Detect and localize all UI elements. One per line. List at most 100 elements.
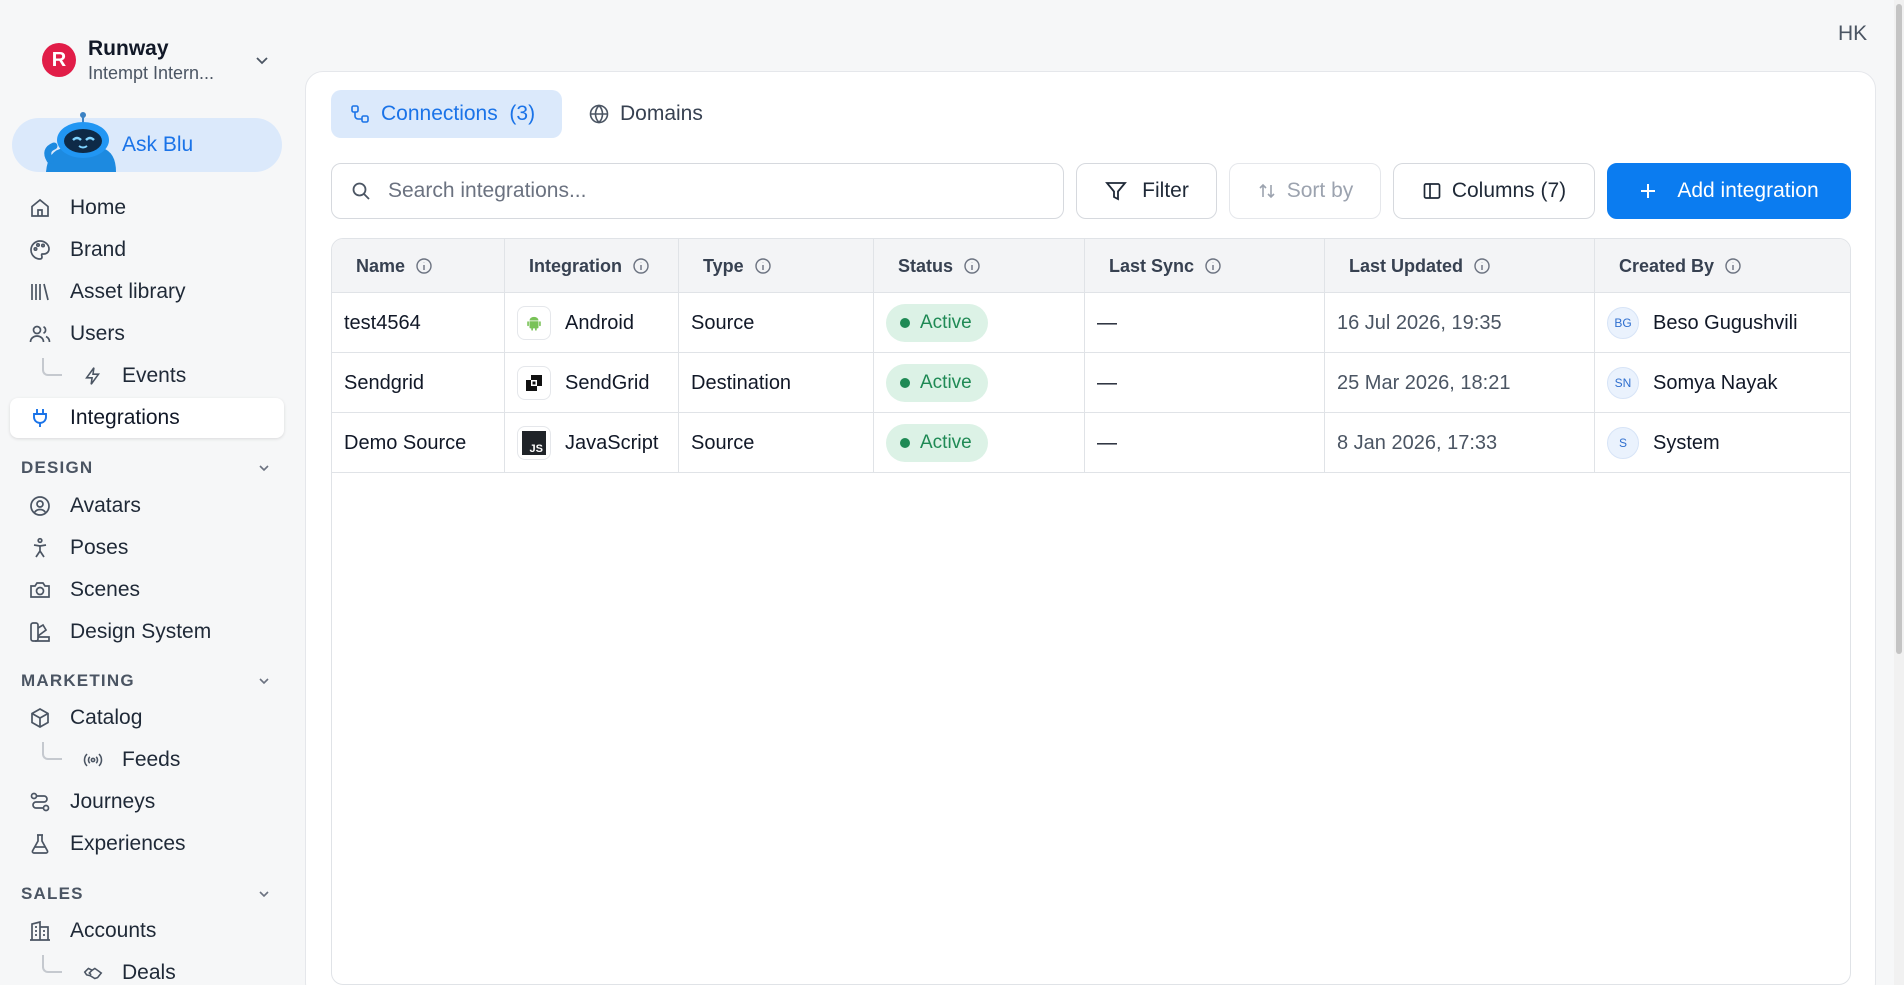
tab-domains[interactable]: Domains [570, 90, 730, 138]
column-header-label: Integration [529, 255, 622, 276]
info-icon[interactable] [1473, 257, 1491, 275]
tab-connections[interactable]: Connections (3) [331, 90, 562, 138]
info-icon[interactable] [632, 257, 650, 275]
users-icon [29, 325, 51, 343]
column-header-label: Status [898, 255, 954, 276]
sidebar-item-design-system[interactable]: Design System [10, 612, 284, 652]
section-sales-toggle[interactable]: SALES [21, 882, 279, 906]
route-icon [30, 792, 50, 812]
table-row[interactable]: Demo Source JS JavaScript Source Active … [332, 413, 1850, 473]
sidebar-item-poses[interactable]: Poses [10, 528, 284, 568]
search-icon [352, 182, 370, 200]
creator-name: Beso Gugushvili [1653, 311, 1798, 334]
sidebar-item-label: Design System [70, 620, 212, 643]
flask-icon [31, 834, 49, 854]
sidebar-item-label: Brand [70, 238, 127, 261]
chevron-down-icon [259, 465, 269, 472]
sidebar-item-label: Experiences [70, 832, 186, 855]
sendgrid-icon [517, 366, 551, 400]
column-header-label: Type [703, 255, 744, 276]
columns-icon [1423, 183, 1441, 199]
sidebar: R Runway Intempt Intern... Ask Blu Home … [0, 0, 303, 985]
chevron-down-icon [256, 57, 268, 65]
table-row[interactable]: Sendgrid SendGrid Destination Active — 2… [332, 353, 1850, 413]
org-avatar: R [42, 43, 76, 77]
sidebar-item-feeds[interactable]: Feeds [10, 740, 284, 780]
ask-blu-button[interactable]: Ask Blu [12, 112, 282, 172]
columns-button[interactable]: Columns (7) [1393, 163, 1595, 219]
sidebar-item-accounts[interactable]: Accounts [10, 911, 284, 951]
section-design-toggle[interactable]: DESIGN [21, 456, 279, 480]
user-menu[interactable]: HK [1838, 22, 1867, 46]
sidebar-item-users[interactable]: Users [10, 314, 284, 354]
section-marketing-toggle[interactable]: MARKETING [21, 669, 279, 693]
tab-label: Domains [620, 102, 703, 125]
cell-last-sync: — [1085, 293, 1325, 353]
scrollbar-thumb[interactable] [1896, 4, 1902, 654]
status-label: Active [920, 372, 972, 393]
android-icon [517, 306, 551, 340]
info-icon[interactable] [1724, 257, 1742, 275]
info-icon[interactable] [754, 257, 772, 275]
column-header-name[interactable]: Name [332, 239, 505, 293]
column-header-label: Last Sync [1109, 255, 1195, 276]
sidebar-item-deals[interactable]: Deals [10, 953, 284, 985]
filter-icon [1105, 182, 1128, 201]
search-input[interactable] [388, 179, 1028, 203]
sidebar-item-journeys[interactable]: Journeys [10, 782, 284, 822]
sort-button[interactable]: Sort by [1229, 163, 1381, 219]
sidebar-item-integrations[interactable]: Integrations [10, 398, 284, 438]
sidebar-item-scenes[interactable]: Scenes [10, 570, 284, 610]
cell-name: test4564 [332, 293, 505, 353]
sidebar-item-experiences[interactable]: Experiences [10, 824, 284, 864]
column-header-created-by[interactable]: Created By [1595, 239, 1850, 293]
bolt-icon [85, 367, 101, 385]
column-header-type[interactable]: Type [679, 239, 874, 293]
info-icon[interactable] [963, 257, 981, 275]
org-switcher[interactable]: R Runway Intempt Intern... [42, 34, 272, 86]
user-circle-icon [30, 496, 50, 516]
info-icon[interactable] [415, 257, 433, 275]
home-icon [31, 198, 49, 217]
column-header-status[interactable]: Status [874, 239, 1085, 293]
search-field[interactable] [331, 163, 1064, 219]
status-badge: Active [886, 424, 988, 462]
column-header-integration[interactable]: Integration [505, 239, 679, 293]
sidebar-item-label: Avatars [70, 494, 141, 517]
add-integration-button[interactable]: Add integration [1607, 163, 1851, 219]
org-subtitle: Intempt Intern... [88, 63, 215, 83]
sidebar-item-catalog[interactable]: Catalog [10, 698, 284, 738]
column-header-label: Last Updated [1349, 255, 1464, 276]
filter-label: Filter [1142, 179, 1189, 202]
cell-created-by: SN Somya Nayak [1595, 353, 1850, 413]
ask-blu-label: Ask Blu [122, 133, 194, 156]
avatar: S [1607, 427, 1639, 459]
sidebar-item-label: Asset library [70, 280, 186, 303]
sidebar-item-label: Events [122, 364, 187, 387]
table-header: Name Integration Type Status Last Sync L… [332, 239, 1850, 293]
sidebar-item-label: Home [70, 196, 127, 219]
sidebar-item-asset-library[interactable]: Asset library [10, 272, 284, 312]
status-dot [900, 318, 910, 328]
building-icon [30, 920, 50, 941]
plug-icon [33, 409, 47, 427]
status-label: Active [920, 432, 972, 453]
status-dot [900, 378, 910, 388]
table-row[interactable]: test4564 Android Source Active — 16 Jul … [332, 293, 1850, 353]
swatch-icon [30, 622, 50, 642]
cell-integration: JS JavaScript [505, 413, 679, 473]
tab-label: Connections (3) [381, 102, 536, 125]
section-title: DESIGN [21, 458, 94, 477]
column-header-last-sync[interactable]: Last Sync [1085, 239, 1325, 293]
connection-icon [351, 105, 369, 123]
info-icon[interactable] [1204, 257, 1222, 275]
filter-button[interactable]: Filter [1076, 163, 1217, 219]
column-header-last-updated[interactable]: Last Updated [1325, 239, 1595, 293]
sidebar-item-avatars[interactable]: Avatars [10, 486, 284, 526]
cell-status: Active [874, 293, 1085, 353]
sidebar-item-home[interactable]: Home [10, 188, 284, 228]
sidebar-item-events[interactable]: Events [10, 356, 284, 396]
palette-icon [30, 240, 50, 260]
cell-last-updated: 25 Mar 2026, 18:21 [1325, 353, 1595, 413]
sidebar-item-brand[interactable]: Brand [10, 230, 284, 270]
